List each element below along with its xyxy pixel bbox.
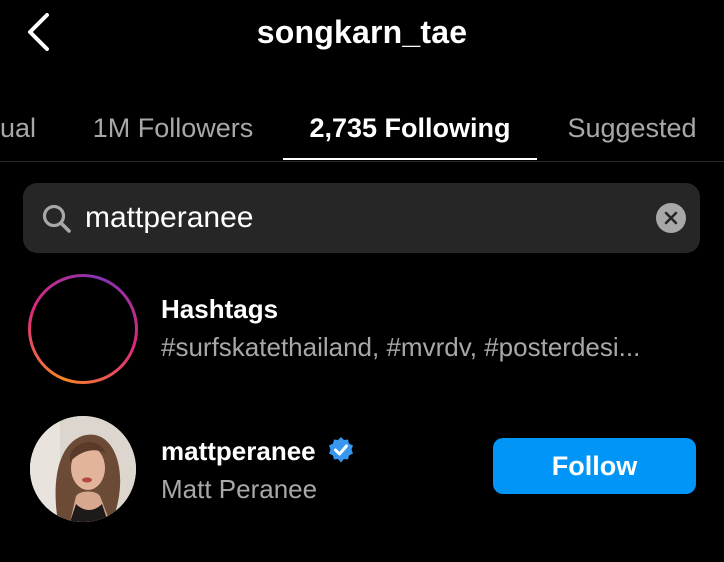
tab-suggested[interactable]: Suggested <box>552 95 712 161</box>
verified-badge-icon <box>328 437 353 463</box>
hashtags-title: Hashtags <box>161 294 279 324</box>
page-title: songkarn_tae <box>256 14 468 50</box>
following-screen: songkarn_tae ual 1M Followers 2,735 Foll… <box>0 0 724 562</box>
full-name: Matt Peranee <box>161 474 318 504</box>
hashtags-result[interactable]: Hashtags #surfskatethailand, #mvrdv, #po… <box>0 274 724 386</box>
active-tab-indicator <box>283 158 537 160</box>
profile-photo <box>30 416 136 522</box>
tab-following[interactable]: 2,735 Following <box>283 95 537 161</box>
user-result[interactable]: mattperanee Matt Peranee Follow <box>0 416 724 526</box>
search-input[interactable] <box>85 193 645 243</box>
clear-search-button[interactable] <box>656 203 686 233</box>
tab-bar: ual 1M Followers 2,735 Following Suggest… <box>0 95 724 162</box>
clear-icon <box>664 211 678 225</box>
follow-button[interactable]: Follow <box>493 438 696 494</box>
username-line: mattperanee <box>161 436 355 467</box>
hashtags-subtitle: #surfskatethailand, #mvrdv, #posterdesi.… <box>161 332 641 362</box>
search-icon <box>42 204 71 233</box>
tab-mutual[interactable]: ual <box>0 95 42 161</box>
search-bar[interactable] <box>23 183 700 253</box>
avatar[interactable] <box>30 416 136 522</box>
hashtag-avatar <box>28 274 138 384</box>
username: mattperanee <box>161 436 316 466</box>
hashtag-icon <box>60 300 106 358</box>
tab-followers[interactable]: 1M Followers <box>75 95 271 161</box>
